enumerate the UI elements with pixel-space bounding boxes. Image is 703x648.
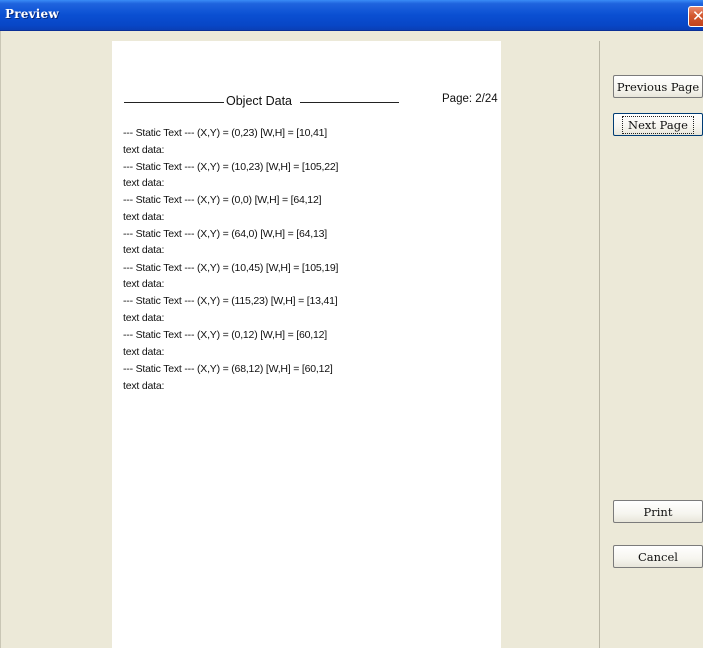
- report-heading: Object Data: [226, 94, 293, 108]
- report-line: text data:: [123, 312, 165, 324]
- report-line: text data:: [123, 211, 165, 223]
- report-line: --- Static Text --- (X,Y) = (115,23) [W,…: [123, 295, 338, 307]
- report-line: text data:: [123, 380, 165, 392]
- page-indicator: Page: 2/24: [442, 93, 498, 105]
- report-line: text data:: [123, 177, 165, 189]
- print-button[interactable]: Print: [613, 500, 703, 523]
- report-line: --- Static Text --- (X,Y) = (10,45) [W,H…: [123, 262, 339, 274]
- report-line: --- Static Text --- (X,Y) = (0,0) [W,H] …: [123, 194, 322, 206]
- close-button[interactable]: ✕: [688, 6, 703, 27]
- previous-page-label: Previous Page: [616, 79, 700, 94]
- next-page-label: Next Page: [622, 115, 694, 134]
- report-line: --- Static Text --- (X,Y) = (10,23) [W,H…: [123, 161, 339, 173]
- report-line: --- Static Text --- (X,Y) = (0,12) [W,H]…: [123, 329, 327, 341]
- close-icon: ✕: [692, 7, 703, 25]
- report-line: text data:: [123, 244, 165, 256]
- report-line: text data:: [123, 278, 165, 290]
- previous-page-button[interactable]: Previous Page: [613, 75, 703, 98]
- heading-rule-right: [300, 102, 399, 103]
- cancel-label: Cancel: [638, 549, 678, 564]
- left-margin-panel: [0, 31, 112, 648]
- next-page-button[interactable]: Next Page: [613, 113, 703, 136]
- print-label: Print: [643, 504, 673, 519]
- report-line: text data:: [123, 144, 165, 156]
- cancel-button[interactable]: Cancel: [613, 545, 703, 568]
- title-bar: Preview ✕: [0, 0, 703, 31]
- report-line: --- Static Text --- (X,Y) = (0,23) [W,H]…: [123, 127, 327, 139]
- report-line: --- Static Text --- (X,Y) = (68,12) [W,H…: [123, 363, 333, 375]
- report-line: --- Static Text --- (X,Y) = (64,0) [W,H]…: [123, 228, 327, 240]
- window-title: Preview: [5, 7, 59, 21]
- preview-right-margin: [501, 31, 599, 648]
- heading-rule-left: [124, 102, 224, 103]
- report-line: text data:: [123, 346, 165, 358]
